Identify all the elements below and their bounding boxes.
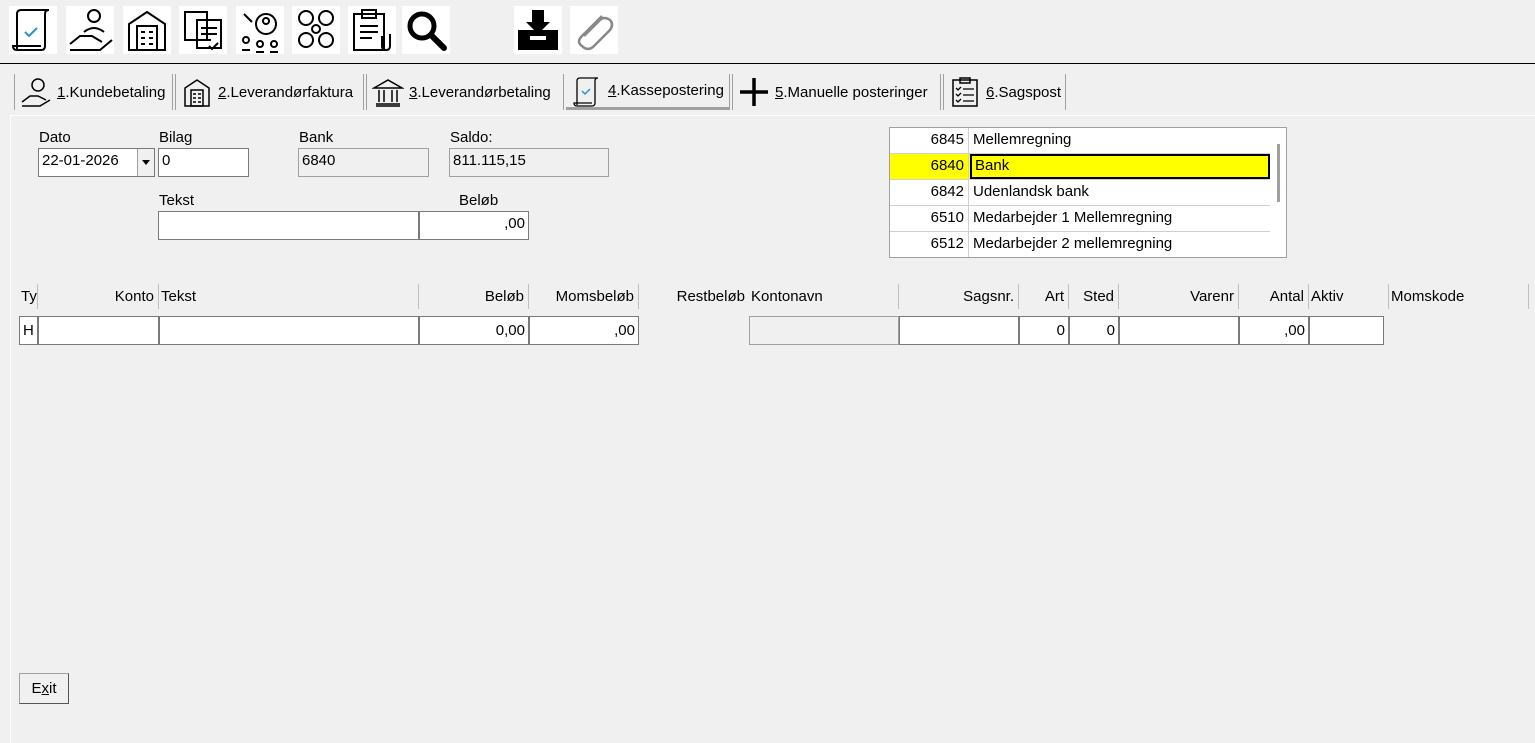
tekst-label: Tekst xyxy=(159,192,195,209)
download-tray-icon[interactable] xyxy=(514,6,562,54)
list-item-name: Mellemregning xyxy=(973,131,1072,148)
cell-sted[interactable]: 0 xyxy=(1069,316,1119,345)
col-header-tekst: Tekst xyxy=(159,284,419,309)
dato-field[interactable]: 22-01-2026 xyxy=(38,148,155,177)
list-item-name: Medarbejder 1 Mellemregning xyxy=(973,209,1173,226)
list-item-code: 6512 xyxy=(890,232,969,257)
tab-bar: 1.Kundebetaling 2.Leverandørfaktura 3.Le… xyxy=(0,74,1535,114)
exit-button[interactable]: Exit xyxy=(19,673,69,704)
office-building-icon xyxy=(180,75,214,109)
col-header-antal: Antal xyxy=(1239,284,1309,309)
bilag-field[interactable]: 0 xyxy=(158,148,249,177)
list-item-name: Medarbejder 2 mellemregning xyxy=(973,235,1173,252)
col-header-konto: Konto xyxy=(38,284,159,309)
exit-button-label-b: x xyxy=(41,680,50,697)
col-header-sagsnr: Sagsnr. xyxy=(899,284,1019,309)
cell-art[interactable]: 0 xyxy=(1019,316,1069,345)
list-item-selected[interactable]: 6840 Bank xyxy=(890,154,1270,180)
cell-belob[interactable]: 0,00 xyxy=(419,316,529,345)
list-item-code: 6510 xyxy=(890,206,969,231)
bank-icon xyxy=(371,75,405,109)
tab-leverandorfaktura[interactable]: 2.Leverandørfaktura xyxy=(175,74,364,110)
plus-icon xyxy=(737,75,771,109)
buildings-icon[interactable] xyxy=(123,6,171,54)
list-item[interactable]: 6845 Mellemregning xyxy=(890,128,1270,154)
tab-leverandorfaktura-label: .Leverandørfaktura xyxy=(226,83,354,101)
users-network-icon[interactable] xyxy=(236,6,284,54)
col-header-momsbelob: Momsbeløb xyxy=(529,284,639,309)
col-header-momskode: Momskode xyxy=(1389,284,1529,309)
list-item-name: Udenlandsk bank xyxy=(973,183,1089,200)
toolbar xyxy=(0,0,1535,64)
bank-label: Bank xyxy=(299,129,334,146)
apps-grid-icon[interactable] xyxy=(292,6,340,54)
dato-value: 22-01-2026 xyxy=(42,152,119,169)
col-header-kontonavn: Kontonavn xyxy=(749,284,899,309)
list-item[interactable]: 6512 Medarbejder 2 mellemregning xyxy=(890,232,1270,257)
receipt-check-icon[interactable] xyxy=(9,6,57,54)
belob-label: Beløb xyxy=(459,192,499,209)
tab-manuelle-posteringer[interactable]: 5.Manuelle posteringer xyxy=(732,74,941,110)
cell-ty[interactable]: H xyxy=(19,316,38,345)
tab-kundebetaling-label: .Kundebetaling xyxy=(65,83,166,101)
bank-field: 6840 xyxy=(298,148,429,177)
exit-button-label-a: E xyxy=(31,680,42,697)
cell-konto[interactable] xyxy=(38,316,159,345)
tekst-field[interactable] xyxy=(158,211,419,240)
list-item-code: 6842 xyxy=(890,180,969,205)
col-header-art: Art xyxy=(1019,284,1069,309)
list-item[interactable]: 6510 Medarbejder 1 Mellemregning xyxy=(890,206,1270,232)
cell-aktiv[interactable] xyxy=(1309,316,1384,345)
content-panel xyxy=(10,115,1535,743)
exit-button-label-c: it xyxy=(49,680,57,697)
col-header-aktiv: Aktiv xyxy=(1309,284,1389,309)
tab-manuelle-posteringer-label: .Manuelle posteringer xyxy=(783,83,928,101)
search-icon[interactable] xyxy=(402,6,450,54)
tab-leverandorbetaling[interactable]: 3.Leverandørbetaling xyxy=(366,74,564,110)
tab-kundebetaling[interactable]: 1.Kundebetaling xyxy=(14,74,173,110)
clipboard-attach-icon[interactable] xyxy=(348,6,396,54)
list-item[interactable]: 6842 Udenlandsk bank xyxy=(890,180,1270,206)
checklist-icon xyxy=(948,75,982,109)
list-item-name: Bank xyxy=(970,154,1270,179)
tab-sagspost[interactable]: 6.Sagspost xyxy=(943,74,1066,110)
col-header-sted: Sted xyxy=(1069,284,1119,309)
chevron-down-icon[interactable] xyxy=(137,149,154,176)
dato-label: Dato xyxy=(39,129,71,146)
saldo-field: 811.115,15 xyxy=(449,148,609,177)
tab-kassepostering-label: .Kassepostering xyxy=(616,82,724,99)
tab-sagspost-label: .Sagspost xyxy=(994,83,1062,101)
scrollbar-thumb[interactable] xyxy=(1277,144,1280,202)
tab-kassepostering[interactable]: 4.Kassepostering xyxy=(566,74,730,110)
tab-leverandorbetaling-label: .Leverandørbetaling xyxy=(417,83,551,101)
paperclip-icon[interactable] xyxy=(570,6,618,54)
cell-momsbelob[interactable]: ,00 xyxy=(529,316,639,345)
hand-person-icon[interactable] xyxy=(66,6,114,54)
hand-coin-icon xyxy=(19,75,53,109)
cell-tekst[interactable] xyxy=(159,316,419,345)
documents-check-icon[interactable] xyxy=(179,6,227,54)
cell-kontonavn xyxy=(749,316,899,345)
col-header-varenr: Varenr xyxy=(1119,284,1239,309)
list-item-code: 6845 xyxy=(890,128,969,153)
cell-sagsnr[interactable] xyxy=(899,316,1019,345)
belob-field[interactable]: ,00 xyxy=(419,211,529,240)
bilag-label: Bilag xyxy=(159,129,193,146)
saldo-label: Saldo: xyxy=(450,129,493,146)
col-header-belob: Beløb xyxy=(419,284,529,309)
cell-varenr[interactable] xyxy=(1119,316,1239,345)
col-header-ty: Ty xyxy=(19,284,38,309)
col-header-restbelob: Restbeløb xyxy=(676,288,745,305)
cell-antal[interactable]: ,00 xyxy=(1239,316,1309,345)
receipt-icon xyxy=(570,74,604,108)
account-lookup-list[interactable]: 6845 Mellemregning 6840 Bank 6842 Udenla… xyxy=(889,127,1287,258)
list-item-code: 6840 xyxy=(890,154,969,179)
